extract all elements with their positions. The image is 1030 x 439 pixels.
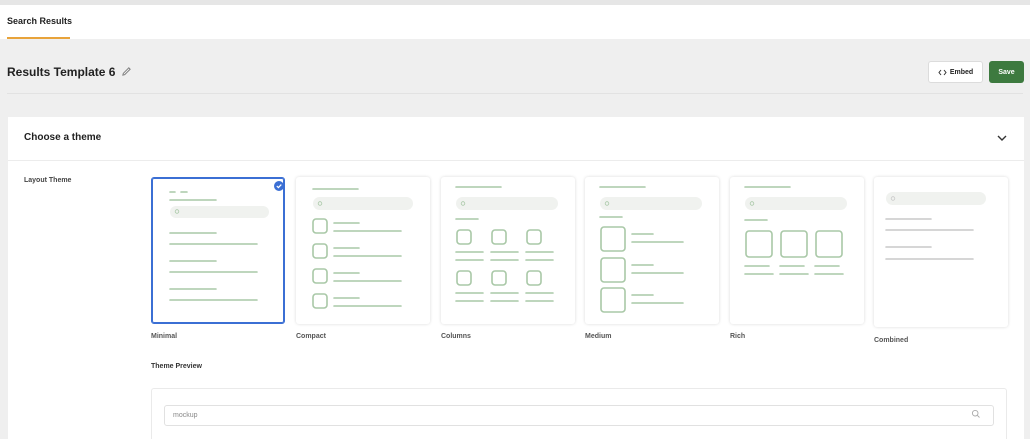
theme-name-compact: Compact — [296, 333, 326, 340]
save-button[interactable]: Save — [989, 61, 1024, 83]
theme-name-rich: Rich — [730, 333, 746, 340]
theme-name-medium: Medium — [585, 333, 612, 340]
active-tab-indicator — [7, 37, 70, 39]
embed-label: Embed — [949, 68, 974, 76]
theme-option-rich[interactable] — [730, 177, 864, 324]
theme-option-columns[interactable] — [441, 177, 575, 324]
page-title: Results Template 6 — [7, 65, 116, 79]
rich-mockup — [744, 186, 847, 275]
combined-mockup — [885, 192, 986, 260]
theme-option-compact[interactable] — [296, 177, 430, 324]
columns-mockup — [455, 186, 558, 302]
theme-option-minimal[interactable] — [151, 177, 285, 324]
chevron-down-icon[interactable] — [996, 133, 1008, 143]
medium-mockup — [599, 186, 702, 313]
theme-option-combined[interactable] — [874, 177, 1008, 327]
theme-name-combined: Combined — [874, 337, 909, 344]
theme-preview-label: Theme Preview — [151, 363, 202, 370]
embed-button[interactable]: Embed — [928, 61, 983, 83]
theme-preview-box: mockup — [151, 388, 1007, 439]
theme-card: Choose a theme Layout Theme Minimal Comp… — [8, 117, 1024, 439]
selected-check-icon — [274, 181, 284, 191]
header-divider — [7, 93, 1023, 94]
compact-mockup — [312, 188, 413, 309]
theme-name-columns: Columns — [441, 333, 471, 340]
tab-search-results[interactable]: Search Results — [7, 5, 72, 39]
search-icon[interactable] — [971, 409, 981, 419]
preview-search-input[interactable]: mockup — [164, 405, 994, 426]
tab-bar: Search Results — [0, 5, 1030, 39]
card-divider — [8, 160, 1024, 161]
section-title: Choose a theme — [24, 132, 102, 143]
theme-name-minimal: Minimal — [151, 333, 178, 340]
pencil-icon[interactable] — [121, 66, 132, 77]
layout-theme-label: Layout Theme — [24, 177, 72, 184]
minimal-mockup — [169, 191, 269, 301]
code-brackets-icon — [938, 69, 947, 75]
theme-option-medium[interactable] — [585, 177, 719, 324]
